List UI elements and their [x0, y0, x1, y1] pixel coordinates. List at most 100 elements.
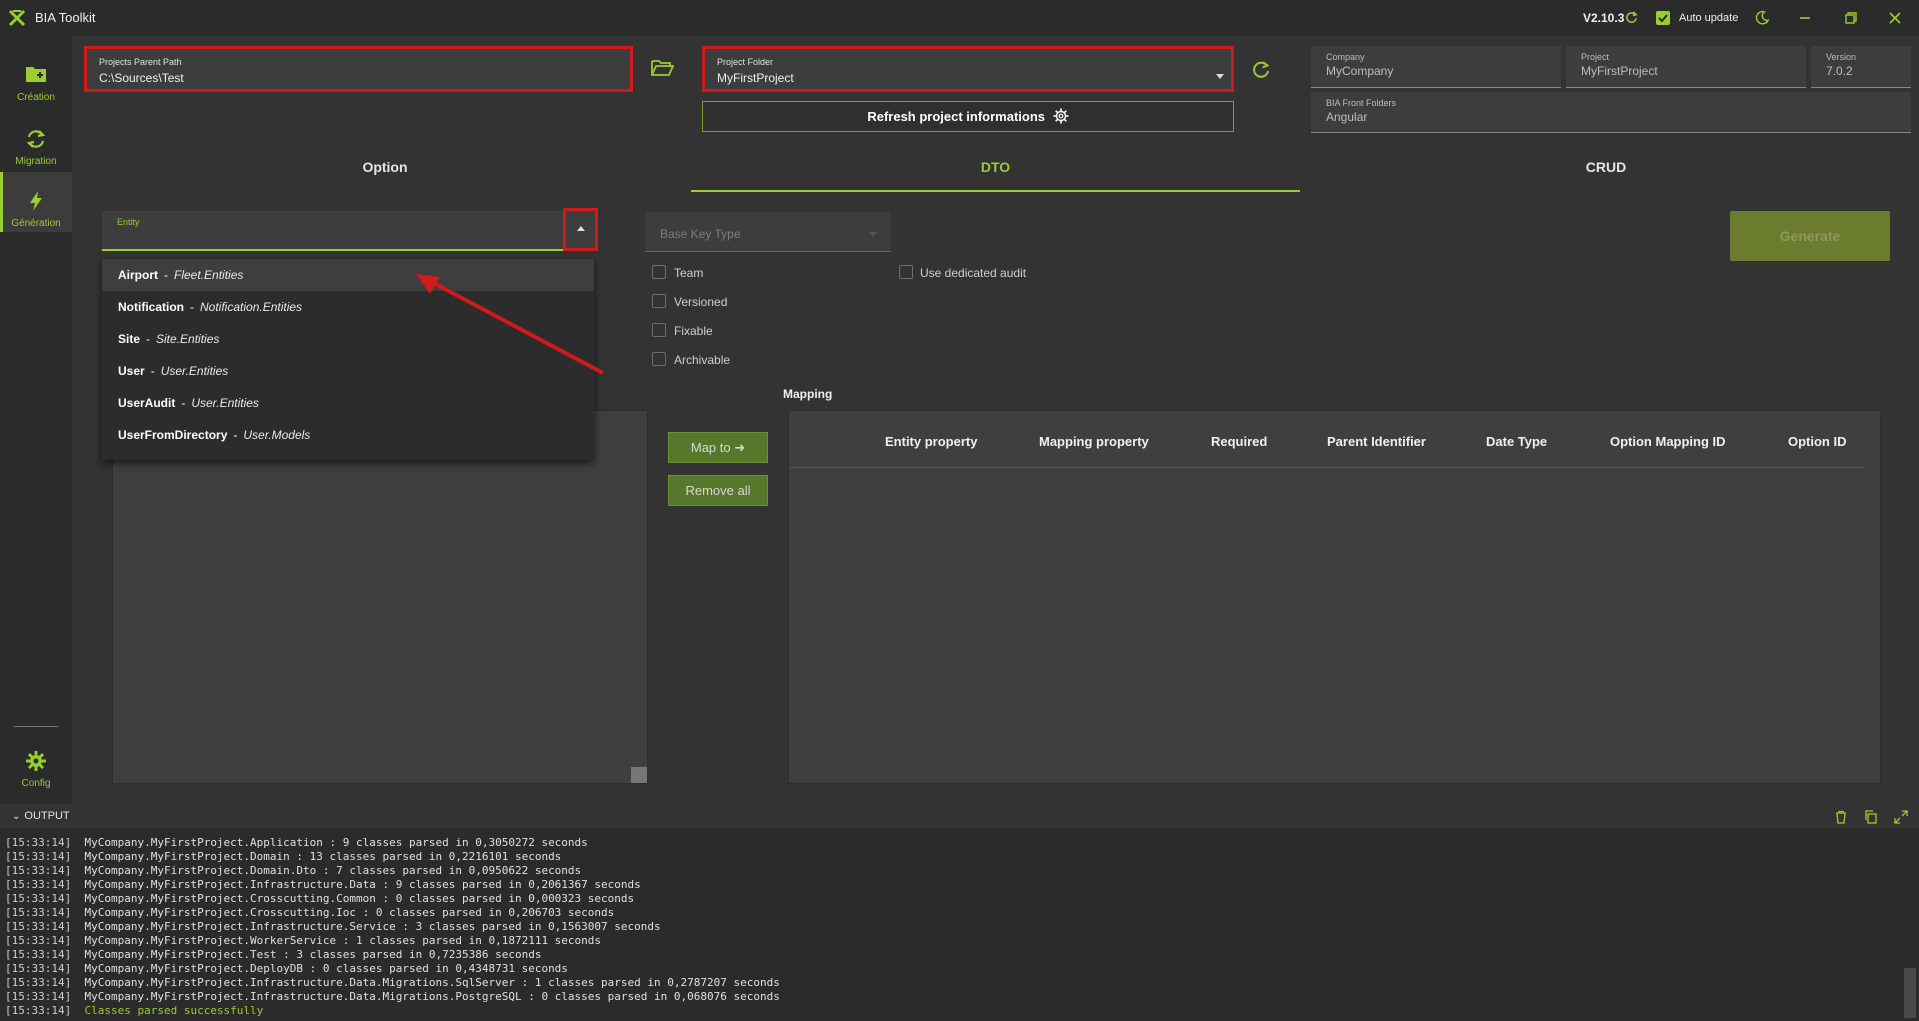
close-button[interactable] — [1884, 8, 1906, 28]
app-version: V2.10.3 — [1583, 11, 1625, 25]
app-logo-icon — [8, 9, 26, 27]
chevron-down-icon — [869, 232, 877, 237]
column-header-parent-identifier: Parent Identifier — [1327, 434, 1426, 449]
open-folder-icon[interactable] — [650, 58, 674, 78]
fixable-label: Fixable — [674, 324, 713, 338]
column-header-option-mapping-id: Option Mapping ID — [1610, 434, 1726, 449]
column-header-mapping-property: Mapping property — [1039, 434, 1149, 449]
column-header-entity-property: Entity property — [885, 434, 978, 449]
option-namespace: User.Models — [243, 428, 311, 442]
column-header-required: Required — [1211, 434, 1268, 449]
chevron-down-icon: ⌄ — [12, 811, 21, 822]
tab-crud[interactable]: CRUD — [1301, 148, 1911, 192]
dedicated-audit-checkbox[interactable] — [899, 265, 913, 279]
log-line: [15:33:14] MyCompany.MyFirstProject.Cros… — [5, 892, 635, 905]
option-separator: - — [190, 300, 194, 314]
tab-dto[interactable]: DTO — [691, 148, 1300, 192]
versioned-checkbox[interactable] — [652, 294, 666, 308]
annotation-arrow-icon — [416, 274, 604, 375]
entity-dropdown-toggle[interactable] — [563, 208, 598, 251]
archivable-checkbox[interactable] — [652, 352, 666, 366]
theme-toggle-icon[interactable] — [1755, 10, 1770, 25]
sidebar-item-config[interactable]: Config — [0, 732, 72, 792]
auto-update-checkbox[interactable] — [1656, 11, 1670, 25]
chevron-up-icon — [577, 226, 585, 231]
option-namespace: User.Entities — [191, 396, 259, 410]
log-line: [15:33:14] MyCompany.MyFirstProject.Infr… — [5, 878, 641, 891]
version-value: 7.0.2 — [1826, 64, 1853, 78]
dropdown-option-useraudit[interactable]: UserAudit - User.Entities — [102, 387, 594, 419]
project-folder-value: MyFirstProject — [717, 71, 794, 85]
tab-option[interactable]: Option — [80, 148, 690, 192]
sidebar-item-label: Config — [21, 778, 51, 789]
refresh-project-informations-button[interactable]: Refresh project informations — [702, 101, 1234, 132]
log-line: [15:33:14] MyCompany.MyFirstProject.Test… — [5, 948, 542, 961]
sidebar-item-label: Création — [17, 92, 55, 103]
log-line: [15:33:14] MyCompany.MyFirstProject.Infr… — [5, 990, 780, 1003]
gear-icon — [26, 751, 46, 771]
dropdown-option-userfromdirectory[interactable]: UserFromDirectory - User.Models — [102, 419, 594, 451]
projects-parent-path-field[interactable]: Projects Parent Path C:\Sources\Test — [84, 46, 633, 92]
versioned-label: Versioned — [674, 295, 728, 309]
output-log: [15:33:14] MyCompany.MyFirstProject.Appl… — [0, 828, 1919, 1021]
trash-icon[interactable] — [1834, 810, 1848, 824]
company-field: Company MyCompany — [1311, 46, 1561, 88]
option-separator: - — [146, 332, 151, 346]
lightning-icon — [30, 191, 42, 211]
option-separator: - — [233, 428, 238, 442]
chevron-down-icon — [1216, 74, 1224, 79]
field-label: Company — [1326, 52, 1365, 62]
dedicated-audit-label: Use dedicated audit — [920, 266, 1027, 280]
expand-icon[interactable] — [1894, 810, 1908, 824]
output-scrollbar-thumb[interactable] — [1904, 968, 1916, 1018]
option-namespace: Site.Entities — [156, 332, 220, 346]
app-title: BIA Toolkit — [35, 10, 96, 25]
log-line: [15:33:14] MyCompany.MyFirstProject.Doma… — [5, 864, 582, 877]
output-title: OUTPUT — [24, 810, 70, 822]
parent-path-input[interactable]: C:\Sources\Test — [99, 71, 184, 85]
project-field: Project MyFirstProject — [1566, 46, 1806, 88]
sidebar-item-migration[interactable]: Migration — [0, 110, 72, 170]
option-name: UserFromDirectory — [118, 428, 228, 442]
front-folders-value: Angular — [1326, 110, 1368, 124]
option-separator: - — [164, 268, 168, 282]
cog-icon — [1053, 108, 1069, 124]
base-key-type-select[interactable]: Base Key Type — [645, 212, 891, 252]
remove-all-button[interactable]: Remove all — [668, 475, 768, 506]
option-name: Airport — [118, 268, 158, 282]
version-field: Version 7.0.2 — [1811, 46, 1911, 88]
column-header-date-type: Date Type — [1486, 434, 1548, 449]
sidebar-item-generation[interactable]: Génération — [0, 172, 72, 232]
scrollbar-corner[interactable] — [631, 767, 647, 783]
sidebar-item-creation[interactable]: Création — [0, 46, 72, 106]
minimize-button[interactable] — [1794, 8, 1816, 28]
check-icon — [1658, 14, 1668, 23]
auto-update-label: Auto update — [1679, 12, 1739, 24]
column-header-option-id: Option ID — [1788, 434, 1847, 449]
option-name: UserAudit — [118, 396, 176, 410]
team-label: Team — [674, 266, 704, 280]
refresh-icon[interactable] — [1251, 60, 1271, 80]
field-label: Entity — [117, 217, 140, 227]
map-to-button[interactable]: Map to ➜ — [668, 432, 768, 463]
restore-button[interactable] — [1840, 8, 1862, 28]
generate-button[interactable]: Generate — [1730, 211, 1890, 261]
team-checkbox[interactable] — [652, 265, 666, 279]
entity-select[interactable]: Entity — [102, 211, 596, 251]
output-toggle[interactable]: ⌄ OUTPUT — [12, 810, 70, 822]
fixable-checkbox[interactable] — [652, 323, 666, 337]
option-namespace: Fleet.Entities — [174, 268, 244, 282]
project-value: MyFirstProject — [1581, 64, 1658, 78]
refresh-version-icon[interactable] — [1625, 11, 1638, 24]
mapping-title: Mapping — [783, 387, 833, 401]
sidebar-item-label: Génération — [11, 218, 61, 229]
archivable-label: Archivable — [674, 353, 731, 367]
field-label: Projects Parent Path — [99, 57, 182, 67]
field-label: Project — [1581, 52, 1610, 62]
project-folder-select[interactable]: Project Folder MyFirstProject — [702, 46, 1234, 92]
copy-icon[interactable] — [1864, 810, 1878, 824]
log-line: [15:33:14] MyCompany.MyFirstProject.Infr… — [5, 976, 780, 989]
log-line-success: [15:33:14] Classes parsed successfully — [5, 1004, 264, 1017]
field-label: Version — [1826, 52, 1857, 62]
base-key-placeholder: Base Key Type — [660, 227, 741, 241]
